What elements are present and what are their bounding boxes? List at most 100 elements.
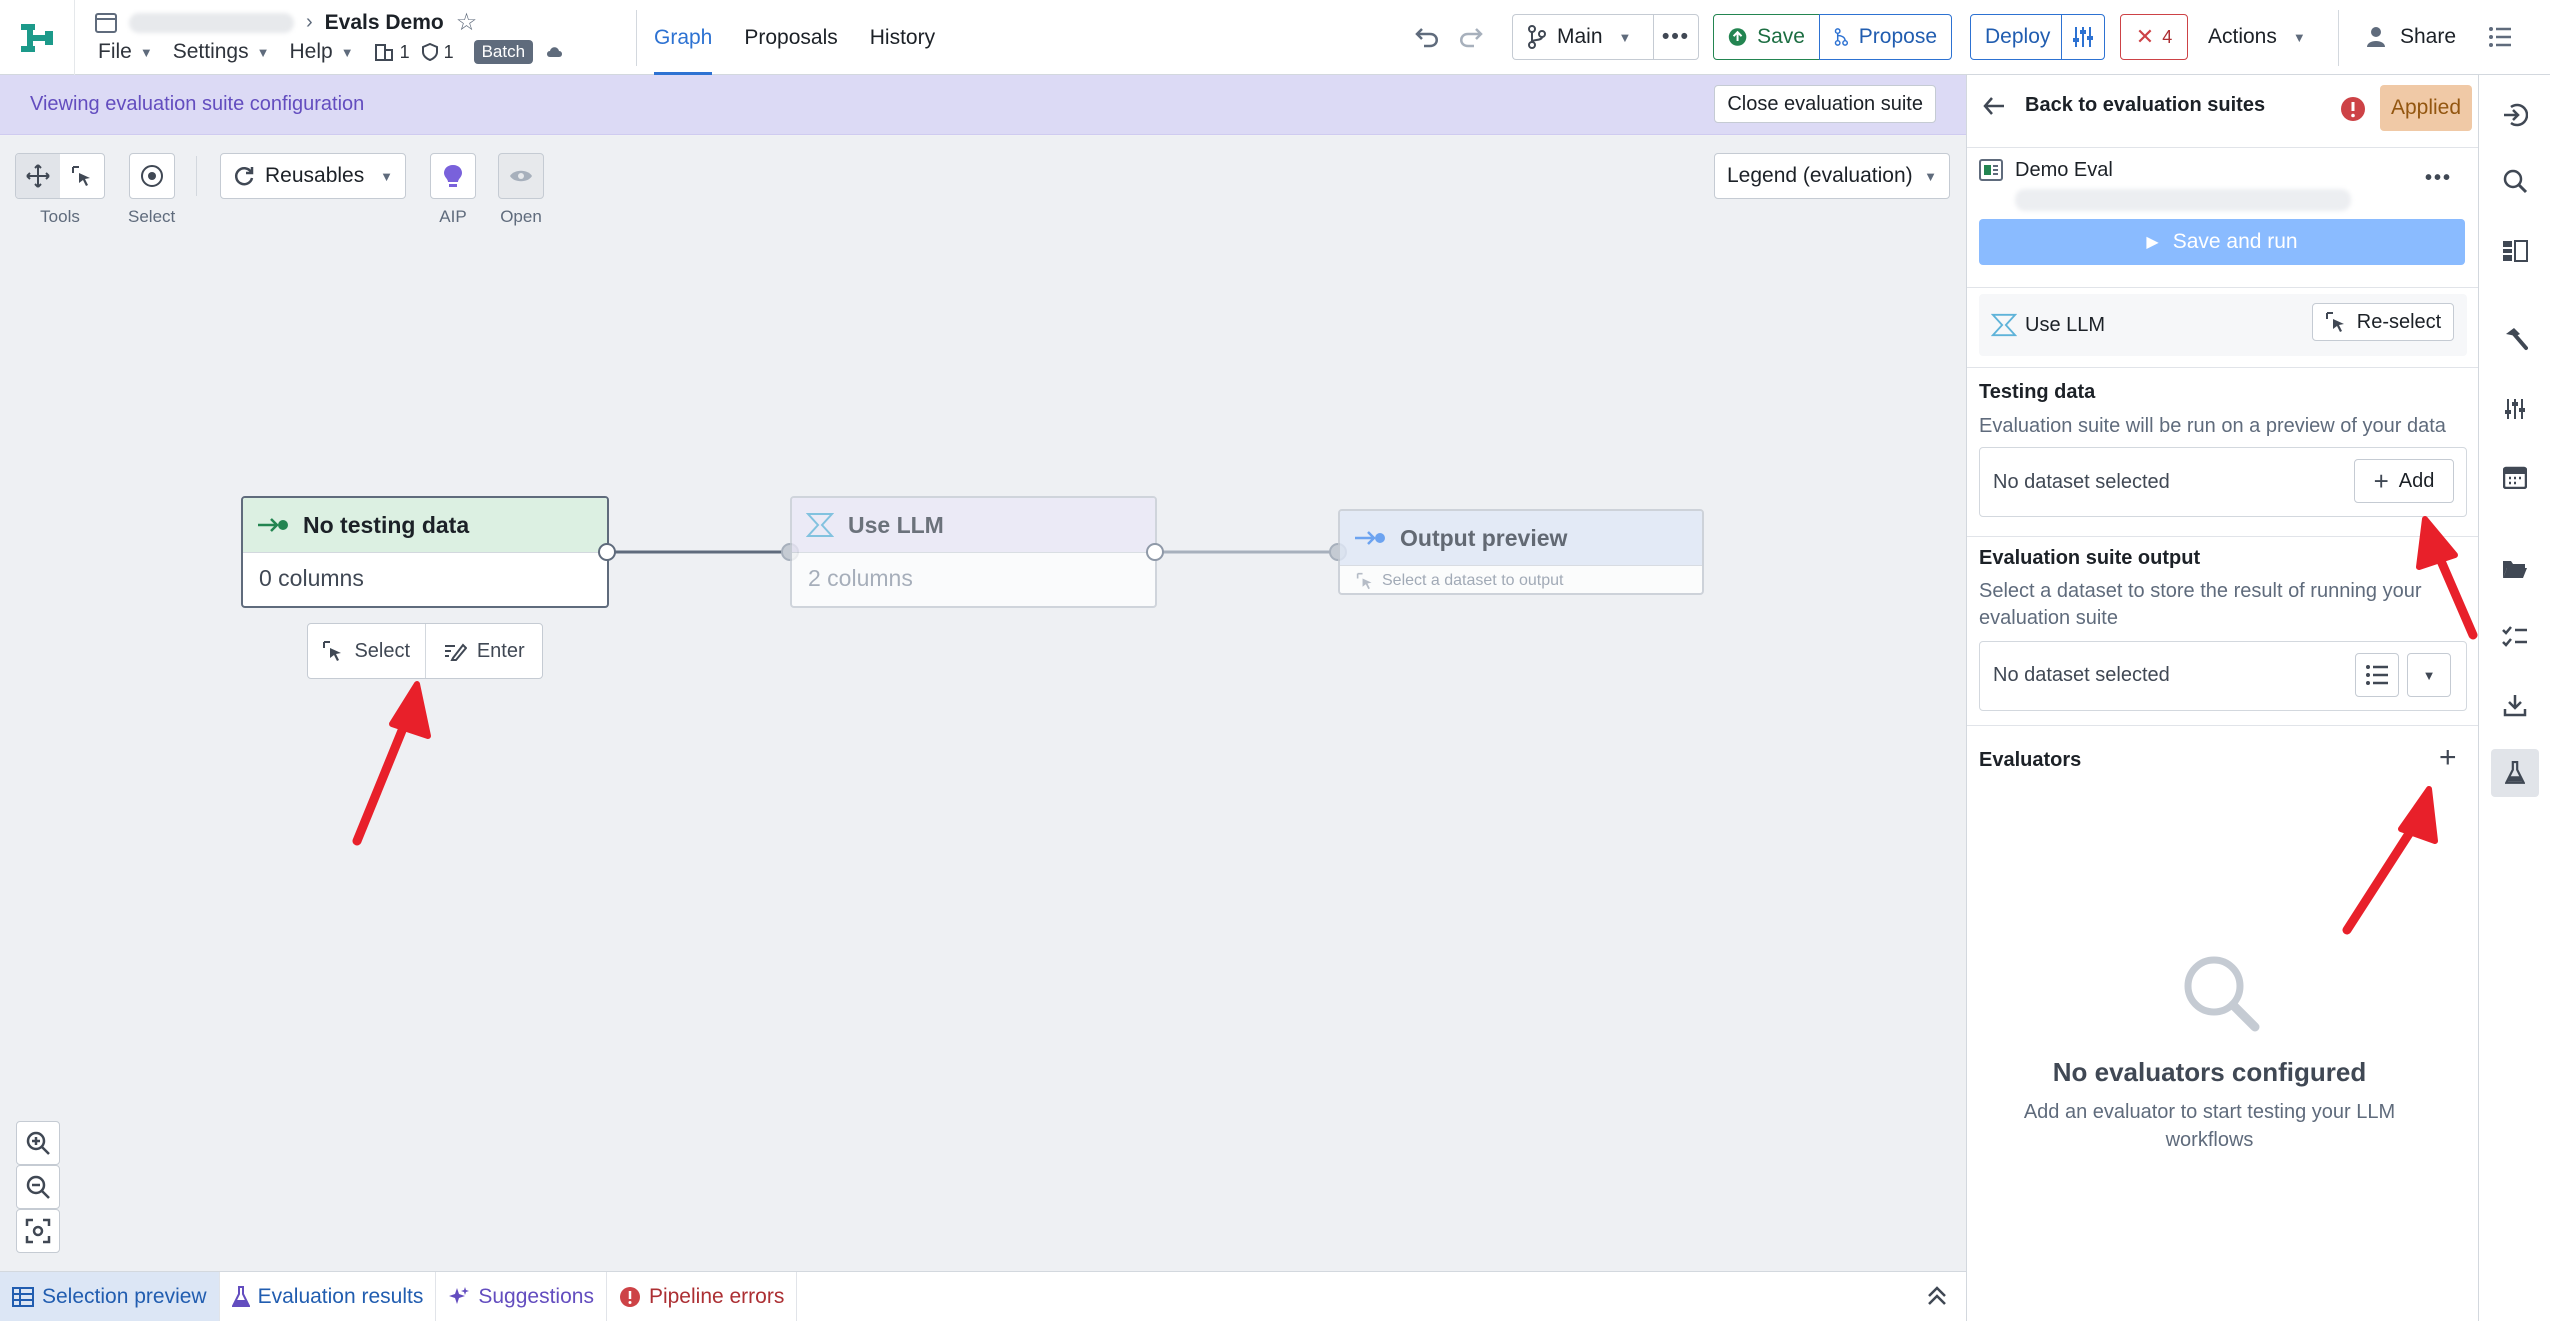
node-use-llm[interactable]: Use LLM 2 columns — [790, 496, 1157, 608]
actions-menu[interactable]: Actions ▼ — [2208, 14, 2306, 60]
output-port[interactable] — [1146, 543, 1164, 561]
check-count[interactable]: 1 — [421, 42, 454, 63]
output-no-dataset: No dataset selected — [1993, 664, 2170, 686]
output-list-button[interactable] — [2355, 653, 2399, 697]
hammer-icon — [2506, 328, 2528, 350]
sliders-icon — [2505, 399, 2525, 419]
branch-more-button[interactable]: ••• — [1653, 14, 1699, 60]
star-icon[interactable]: ☆ — [456, 8, 478, 37]
app-header: › Evals Demo ☆ File ▼ Settings ▼ Help ▼ 1 1… — [0, 0, 2550, 75]
tab-pipeline-errors[interactable]: Pipeline errors — [607, 1271, 798, 1321]
deploy-button[interactable]: Deploy — [1970, 14, 2062, 60]
cloud-icon[interactable] — [545, 42, 565, 62]
zoom-out-button[interactable] — [16, 1165, 60, 1209]
panel-divider — [1967, 725, 2479, 726]
layout-icon — [2503, 240, 2528, 262]
tab-graph[interactable]: Graph — [654, 0, 713, 75]
annotation-arrow-icon — [2416, 516, 2478, 640]
rail-build-button[interactable] — [2491, 315, 2539, 363]
app-logo[interactable] — [0, 0, 75, 75]
rail-checklist-button[interactable] — [2491, 613, 2539, 661]
output-description-2: evaluation suite — [1979, 607, 2118, 629]
output-dropdown-button[interactable]: ▼ — [2407, 653, 2451, 697]
propose-button[interactable]: Propose — [1819, 14, 1952, 60]
suite-icon — [1979, 159, 2003, 181]
graph-edges — [607, 550, 1338, 554]
expand-panel-button[interactable] — [1926, 1284, 1948, 1314]
tab-proposals[interactable]: Proposals — [744, 0, 837, 75]
add-evaluator-button[interactable]: + — [2439, 741, 2457, 775]
tab-suggestions[interactable]: Suggestions — [436, 1271, 607, 1321]
tab-evaluation-results[interactable]: Evaluation results — [220, 1271, 437, 1321]
reselect-button[interactable]: Re-select — [2312, 303, 2454, 341]
node-output-preview[interactable]: Output preview Select a dataset to outpu… — [1338, 509, 1704, 595]
input-arrow-icon — [258, 518, 288, 532]
output-port[interactable] — [598, 543, 616, 561]
sliders-icon — [2073, 27, 2093, 47]
node-header: Use LLM — [792, 498, 1155, 552]
back-button[interactable]: Back to evaluation suites — [1983, 94, 2265, 117]
rail-layout-button[interactable] — [2491, 227, 2539, 275]
llm-hourglass-icon — [806, 513, 834, 537]
build-count[interactable]: 1 — [374, 42, 410, 63]
rail-evaluation-button[interactable] — [2491, 749, 2539, 797]
tab-selection-preview[interactable]: Selection preview — [0, 1271, 220, 1321]
more-icon: ••• — [1661, 25, 1691, 48]
save-and-run-button[interactable]: ▶ Save and run — [1979, 219, 2465, 265]
tab-history[interactable]: History — [870, 0, 935, 75]
list-view-button[interactable] — [2488, 14, 2512, 60]
fit-view-button[interactable] — [16, 1209, 60, 1253]
sparkle-icon — [449, 1286, 470, 1304]
close-icon: ✕ — [2135, 24, 2155, 49]
branch-selector[interactable]: Main ▼ — [1512, 14, 1654, 60]
testing-no-dataset: No dataset selected — [1993, 471, 2170, 493]
redo-icon — [1460, 28, 1483, 48]
node-testing-data[interactable]: No testing data 0 columns — [241, 496, 609, 608]
zoom-in-button[interactable] — [16, 1121, 60, 1165]
caret-down-icon: ▼ — [139, 44, 153, 60]
right-icon-rail — [2478, 75, 2550, 1321]
rail-exit-button[interactable] — [2491, 91, 2539, 139]
redo-button[interactable] — [1458, 14, 1484, 60]
rail-folder-button[interactable] — [2491, 545, 2539, 593]
save-button[interactable]: Save — [1713, 14, 1820, 60]
rail-download-button[interactable] — [2491, 681, 2539, 729]
checklist-icon — [2502, 626, 2527, 647]
breadcrumb-folder[interactable] — [129, 12, 294, 33]
batch-tag: Batch — [473, 40, 534, 64]
building-icon — [374, 44, 393, 61]
add-testing-data-button[interactable]: + Add — [2354, 459, 2454, 503]
main-tabs: Graph Proposals History — [654, 0, 935, 75]
suite-name: Demo Eval — [2015, 159, 2113, 181]
shield-icon — [421, 43, 438, 61]
undo-button[interactable] — [1414, 14, 1440, 60]
banner-text: Viewing evaluation suite configuration — [30, 93, 365, 115]
share-button[interactable]: Share — [2366, 14, 2456, 60]
play-icon: ▶ — [2146, 234, 2159, 251]
caret-down-icon: ▼ — [1618, 29, 1632, 45]
edit-pencil-icon — [444, 643, 467, 661]
errors-button[interactable]: ✕ 4 — [2120, 14, 2188, 60]
evaluators-title: Evaluators — [1979, 749, 2082, 771]
menu-file[interactable]: File ▼ — [98, 40, 153, 64]
graph-canvas[interactable]: Tools Select Reusables ▼ AIP Open Legend… — [0, 136, 1966, 1271]
applied-badge: Applied — [2380, 85, 2472, 131]
llm-hourglass-icon — [1991, 313, 2017, 337]
close-evaluation-suite-button[interactable]: Close evaluation suite — [1714, 85, 1936, 123]
rail-search-button[interactable] — [2491, 157, 2539, 205]
chevron-double-up-icon — [1928, 1286, 1946, 1305]
calendar-icon — [2503, 466, 2527, 489]
error-icon[interactable] — [2340, 96, 2366, 122]
list-icon — [2489, 27, 2511, 47]
node-enter-button[interactable]: Enter — [424, 624, 543, 678]
header-divider — [2338, 10, 2339, 66]
menu-help[interactable]: Help ▼ — [289, 40, 353, 64]
suite-more-button[interactable]: ••• — [2425, 167, 2452, 190]
rail-settings-button[interactable] — [2491, 385, 2539, 433]
node-select-button[interactable]: Select — [308, 624, 425, 678]
rail-schedule-button[interactable] — [2491, 453, 2539, 501]
arrow-left-icon — [1983, 96, 2004, 115]
deploy-settings-button[interactable] — [2061, 14, 2105, 60]
menu-settings[interactable]: Settings ▼ — [173, 40, 270, 64]
node-action-bar: Select Enter — [307, 623, 543, 679]
